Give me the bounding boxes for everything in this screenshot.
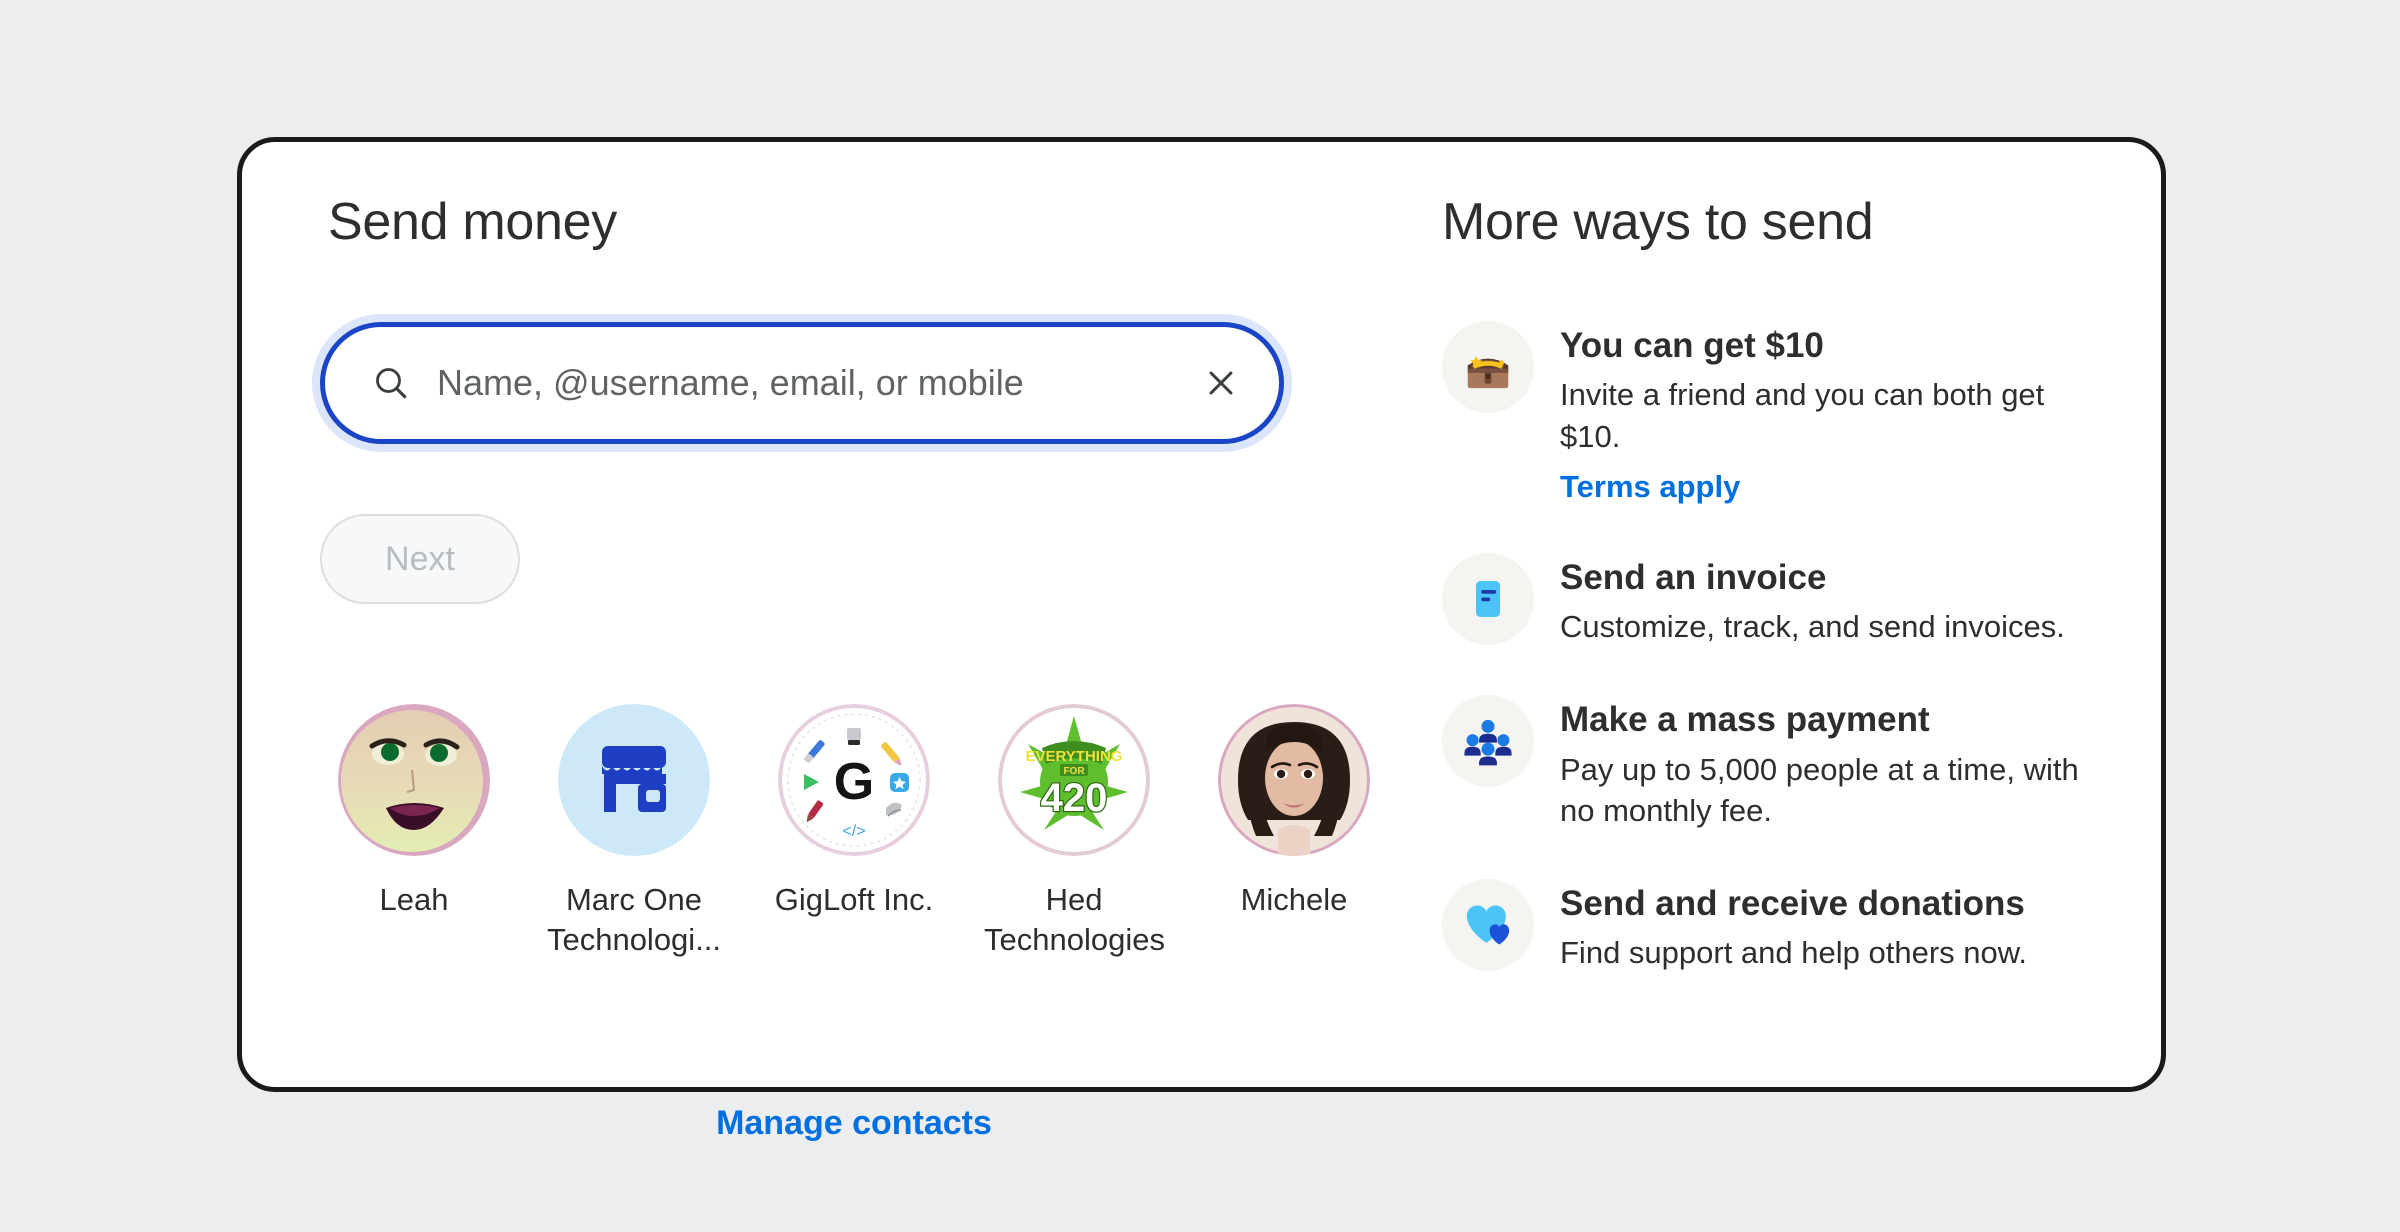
contact-item[interactable]: Marc One Technologi... (524, 704, 744, 959)
contact-item[interactable]: Leah (304, 704, 524, 920)
search-field[interactable] (320, 322, 1284, 444)
more-ways-list: You can get $10 Invite a friend and you … (1442, 321, 2082, 974)
group-people-icon (1442, 695, 1534, 788)
treasure-chest-icon (1442, 321, 1534, 414)
promo-item[interactable]: You can get $10 Invite a friend and you … (1442, 321, 2082, 505)
more-ways-title: More ways to send (1442, 193, 1874, 251)
contact-item[interactable]: G </> GigLoft Inc. (744, 704, 964, 920)
giglolft-logo: G </> (778, 704, 930, 856)
next-button[interactable]: Next (320, 514, 520, 604)
page-root: Send money Name, @username, email, or mo… (0, 0, 2400, 1232)
promo-item[interactable]: Make a mass payment Pay up to 5,000 peop… (1442, 695, 2082, 831)
terms-apply-link[interactable]: Terms apply (1560, 469, 1740, 505)
svg-text:420: 420 (1041, 776, 1108, 820)
search-icon (371, 363, 411, 403)
more-ways-column: More ways to send You can get $10 Invite… (1442, 193, 2082, 974)
avatar (1218, 704, 1370, 856)
search-input[interactable] (437, 362, 1199, 404)
svg-text:G: G (834, 753, 874, 811)
promo-title: Send and receive donations (1560, 884, 2025, 924)
storefront-icon (558, 704, 710, 856)
send-money-column: Send money (328, 193, 1428, 251)
svg-text:EVERYTHING: EVERYTHING (1026, 748, 1123, 765)
promo-title: Make a mass payment (1560, 700, 1930, 740)
hearts-icon (1442, 879, 1534, 972)
avatar (558, 704, 710, 856)
promo-title: You can get $10 (1560, 326, 1824, 366)
promo-description: Pay up to 5,000 people at a time, with n… (1560, 751, 2079, 828)
contact-name: Marc One Technologi... (546, 882, 722, 957)
send-money-card: Send money Name, @username, email, or mo… (237, 137, 2166, 1142)
contact-item[interactable]: EVERYTHING FOR 420 Hed Technologies (964, 704, 1184, 959)
photo-portrait (1218, 704, 1370, 856)
promo-description: Find support and help others now. (1560, 935, 2028, 971)
avatar: G </> (778, 704, 930, 856)
recipient-search (312, 314, 1312, 452)
contact-name: Hed Technologies (984, 882, 1165, 957)
promo-description: Invite a friend and you can both get $10… (1560, 377, 2045, 454)
contact-name: Leah (379, 882, 449, 917)
recent-contacts-list: Leah Marc One Technologi... G </> GigLof… (304, 704, 1404, 959)
everything-420-logo: EVERYTHING FOR 420 (998, 704, 1150, 856)
contact-name: GigLoft Inc. (774, 882, 934, 917)
manage-contacts-link[interactable]: Manage contacts (304, 1104, 1404, 1143)
page-title: Send money (328, 193, 617, 251)
contact-name: Michele (1240, 882, 1348, 917)
avatar (338, 704, 490, 856)
clear-search-button[interactable] (1199, 361, 1243, 405)
promo-description: Customize, track, and send invoices. (1560, 609, 2065, 645)
svg-text:</>: </> (842, 823, 865, 840)
promo-item[interactable]: Send and receive donations Find support … (1442, 879, 2082, 974)
invoice-document-icon (1442, 552, 1534, 645)
promo-item[interactable]: Send an invoice Customize, track, and se… (1442, 552, 2082, 648)
avatar: EVERYTHING FOR 420 (998, 704, 1150, 856)
close-icon (1209, 371, 1233, 395)
contact-item[interactable]: Michele (1184, 704, 1404, 920)
promo-title: Send an invoice (1560, 557, 1827, 597)
